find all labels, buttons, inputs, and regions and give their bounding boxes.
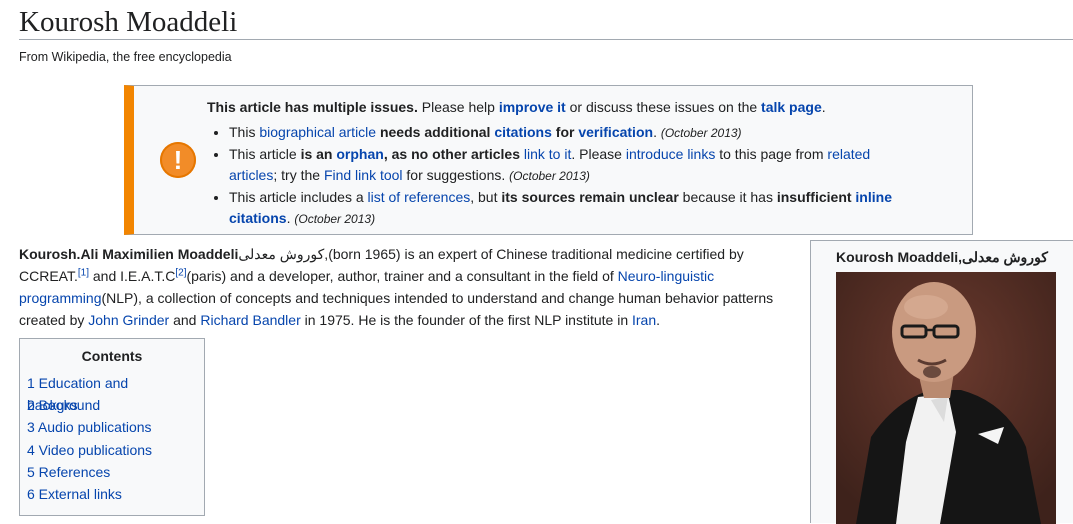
native-name: ,کوروش معدلی bbox=[238, 246, 329, 262]
improve-it-link[interactable]: improve it bbox=[499, 99, 566, 115]
intro-text: (paris) and a developer, author, trainer… bbox=[186, 268, 618, 284]
john-grinder-link[interactable]: John Grinder bbox=[88, 312, 169, 328]
toc-link[interactable]: 4 Video publications bbox=[27, 442, 152, 458]
issue-date: (October 2013) bbox=[294, 212, 376, 226]
reference-2-link[interactable]: [2] bbox=[175, 267, 186, 278]
issue-text-bold: is an bbox=[300, 146, 337, 162]
toc-item-video: 4 Video publications bbox=[20, 439, 204, 461]
heading-text: . bbox=[821, 99, 826, 115]
issue-text-bold: its sources remain unclear bbox=[501, 189, 679, 205]
issue-text: to this page from bbox=[715, 146, 828, 162]
issue-text: . bbox=[286, 210, 291, 226]
infobox: Kourosh Moaddeli,کوروش معدلی bbox=[810, 240, 1073, 524]
iran-link[interactable]: Iran bbox=[632, 312, 656, 328]
heading-text: Please help bbox=[417, 99, 499, 115]
find-link-tool-link[interactable]: Find link tool bbox=[324, 167, 403, 183]
issue-text: , but bbox=[470, 189, 502, 205]
issue-text: . Please bbox=[571, 146, 626, 162]
toc-item-external-links: 6 External links bbox=[20, 483, 204, 505]
issues-list: This biographical article needs addition… bbox=[207, 122, 907, 230]
toc-item-references: 5 References bbox=[20, 461, 204, 483]
issue-text-bold: for bbox=[551, 124, 579, 140]
toc-item-audio: 3 Audio publications bbox=[20, 416, 204, 438]
issue-text: because it has bbox=[678, 189, 777, 205]
talk-page-link[interactable]: talk page bbox=[761, 99, 822, 115]
intro-paragraph: Kourosh.Ali Maximilien Moaddeli,کوروش مع… bbox=[19, 243, 789, 331]
issue-text: This article includes a bbox=[229, 189, 368, 205]
subject-name: Kourosh.Ali Maximilien Moaddeli bbox=[19, 246, 239, 262]
heading-text: or discuss these issues on the bbox=[565, 99, 762, 115]
orphan-link[interactable]: orphan bbox=[336, 146, 383, 162]
issue-text-bold: needs additional bbox=[376, 124, 495, 140]
issues-heading: This article has multiple issues. Please… bbox=[207, 97, 907, 118]
issue-text-bold: insufficient bbox=[776, 189, 856, 205]
richard-bandler-link[interactable]: Richard Bandler bbox=[200, 312, 300, 328]
intro-text: and bbox=[169, 312, 201, 328]
toc-link[interactable]: 5 References bbox=[27, 464, 110, 480]
warning-exclamation-icon: ! bbox=[160, 142, 196, 178]
introduce-links-link[interactable]: introduce links bbox=[626, 146, 716, 162]
link-to-it-link[interactable]: link to it bbox=[524, 146, 571, 162]
toc-title: Contents bbox=[81, 348, 143, 364]
toc-item-education: 1 Education and background bbox=[20, 372, 204, 413]
list-of-references-link[interactable]: list of references bbox=[368, 189, 471, 205]
citations-link[interactable]: citations bbox=[494, 124, 552, 140]
page-title: Kourosh Moaddeli bbox=[19, 0, 1073, 40]
table-of-contents: Contents 1 Education and background 2 Bo… bbox=[19, 338, 205, 516]
site-tagline: From Wikipedia, the free encyclopedia bbox=[19, 50, 232, 64]
toc-link[interactable]: 2 Books bbox=[27, 397, 78, 413]
issue-text-bold: , as no other articles bbox=[383, 146, 524, 162]
issue-text: This bbox=[229, 124, 260, 140]
issues-heading-bold: This article has multiple issues. bbox=[207, 99, 418, 115]
issue-item: This biographical article needs addition… bbox=[229, 122, 907, 144]
portrait-illustration bbox=[836, 272, 1056, 524]
issue-item: This article includes a list of referenc… bbox=[229, 187, 907, 230]
issue-text: ; try the bbox=[273, 167, 324, 183]
issue-date: (October 2013) bbox=[660, 126, 742, 140]
intro-text: and I.E.A.T.C bbox=[88, 268, 176, 284]
intro-text: . bbox=[656, 312, 661, 328]
intro-text: in 1975. He is the founder of the first … bbox=[300, 312, 632, 328]
issues-text: This article has multiple issues. Please… bbox=[207, 97, 907, 230]
issue-text: This article bbox=[229, 146, 301, 162]
multiple-issues-box: ! This article has multiple issues. Plea… bbox=[124, 85, 973, 235]
biographical-article-link[interactable]: biographical article bbox=[259, 124, 376, 140]
issue-date: (October 2013) bbox=[509, 169, 590, 183]
issue-text: . bbox=[653, 124, 657, 140]
verification-link[interactable]: verification bbox=[578, 124, 653, 140]
issue-item: This article is an orphan, as no other a… bbox=[229, 144, 907, 187]
toc-link[interactable]: 3 Audio publications bbox=[27, 419, 152, 435]
infobox-title: Kourosh Moaddeli,کوروش معدلی bbox=[836, 249, 1048, 265]
issue-text: for suggestions. bbox=[402, 167, 506, 183]
portrait-photo[interactable] bbox=[836, 272, 1056, 524]
toc-link[interactable]: 6 External links bbox=[27, 486, 122, 502]
reference-1-link[interactable]: [1] bbox=[78, 267, 89, 278]
toc-item-books: 2 Books bbox=[20, 394, 204, 416]
